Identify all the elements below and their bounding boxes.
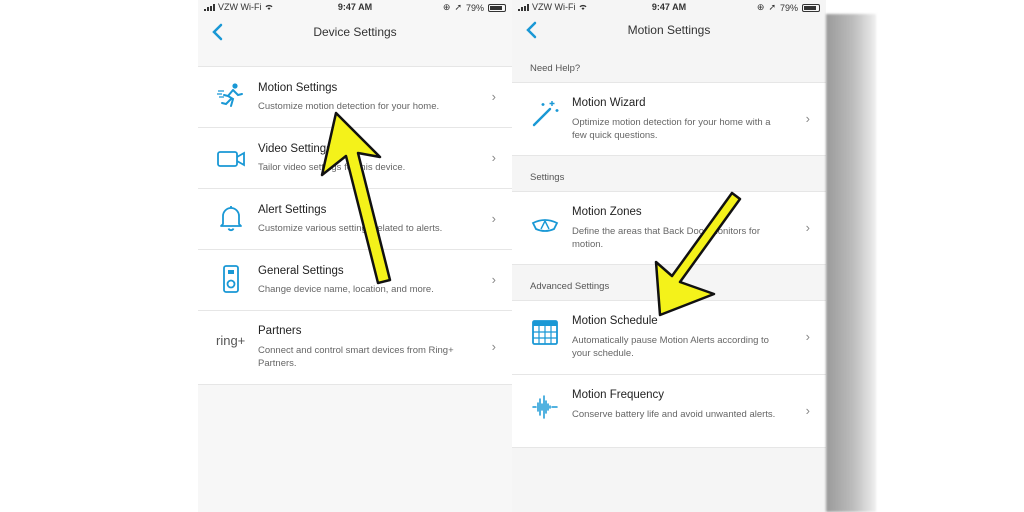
- settings-list: Motion Settings Customize motion detecti…: [198, 66, 512, 385]
- running-person-icon: [217, 83, 243, 107]
- doorbell-device-icon: [223, 265, 239, 293]
- settings-item-general[interactable]: General Settings Change device name, loc…: [198, 250, 512, 311]
- chevron-right-icon: ›: [805, 220, 810, 235]
- settings-list: Motion Zones Define the areas that Back …: [512, 191, 826, 265]
- magic-wand-icon: [532, 101, 559, 127]
- chevron-right-icon: ›: [491, 211, 496, 226]
- advanced-settings-list: Motion Schedule Automatically pause Moti…: [512, 300, 826, 448]
- help-list: Motion Wizard Optimize motion detection …: [512, 82, 826, 156]
- calendar-grid-icon: [532, 320, 558, 345]
- chevron-right-icon: ›: [491, 89, 496, 104]
- settings-item-motion-wizard[interactable]: Motion Wizard Optimize motion detection …: [512, 83, 826, 156]
- section-header-advanced-settings: Advanced Settings: [530, 281, 610, 292]
- video-camera-icon: [217, 151, 245, 167]
- ring-plus-logo: ring+: [216, 333, 246, 348]
- item-title: Motion Zones: [572, 206, 642, 218]
- item-subtitle: Conserve battery life and avoid unwanted…: [572, 409, 776, 420]
- item-subtitle: Define the areas that Back Door monitors…: [572, 226, 760, 250]
- page-title: Motion Settings: [627, 23, 711, 37]
- settings-item-motion-zones[interactable]: Motion Zones Define the areas that Back …: [512, 192, 826, 265]
- status-bar: VZW Wi-Fi 9:47 AM ⊕ ➚ 79%: [198, 0, 512, 14]
- item-subtitle: Tailor video settings for this device.: [258, 162, 406, 173]
- motion-settings-screen: VZW Wi-Fi 9:47 AM ⊕ ➚ 79% Motion Setting…: [512, 0, 826, 512]
- item-title: Motion Frequency: [572, 389, 665, 401]
- section-header-need-help: Need Help?: [530, 63, 581, 74]
- item-title: Video Settings: [258, 143, 332, 155]
- item-title: Motion Wizard: [572, 97, 646, 109]
- device-settings-screen: VZW Wi-Fi 9:47 AM ⊕ ➚ 79% Device Setting…: [198, 0, 512, 512]
- sound-wave-icon: [532, 395, 558, 419]
- chevron-right-icon: ›: [491, 272, 496, 287]
- nav-bar: Device Settings: [198, 14, 512, 50]
- drop-shadow: [826, 14, 876, 512]
- chevron-right-icon: ›: [491, 339, 496, 354]
- chevron-right-icon: ›: [491, 150, 496, 165]
- item-title: General Settings: [258, 265, 344, 277]
- battery-icon: [488, 3, 506, 12]
- page-title: Device Settings: [313, 25, 397, 39]
- section-header-settings: Settings: [530, 172, 565, 183]
- location-icon: ➚: [454, 2, 462, 12]
- item-subtitle: Optimize motion detection for your home …: [572, 117, 771, 141]
- settings-item-motion-frequency[interactable]: Motion Frequency Conserve battery life a…: [512, 375, 826, 448]
- motion-zone-icon: [531, 219, 559, 232]
- item-title: Partners: [258, 325, 302, 337]
- item-title: Alert Settings: [258, 204, 327, 216]
- settings-item-video[interactable]: Video Settings Tailor video settings for…: [198, 128, 512, 189]
- battery-percent: 79%: [779, 2, 798, 13]
- battery-percent: 79%: [465, 2, 484, 13]
- item-subtitle: Automatically pause Motion Alerts accord…: [572, 335, 769, 359]
- bell-icon: [220, 206, 242, 232]
- item-subtitle: Customize motion detection for your home…: [258, 101, 440, 112]
- item-title: Motion Settings: [258, 82, 338, 94]
- lock-rotation-icon: ⊕: [442, 2, 451, 12]
- settings-item-motion-schedule[interactable]: Motion Schedule Automatically pause Moti…: [512, 301, 826, 375]
- chevron-right-icon: ›: [805, 403, 810, 418]
- item-subtitle: Customize various settings related to al…: [258, 223, 443, 234]
- nav-bar: Motion Settings: [512, 12, 826, 48]
- item-subtitle: Change device name, location, and more.: [258, 284, 434, 295]
- battery-icon: [802, 3, 820, 12]
- item-subtitle: Connect and control smart devices from R…: [258, 345, 454, 369]
- chevron-right-icon: ›: [805, 329, 810, 344]
- item-title: Motion Schedule: [572, 315, 658, 327]
- settings-item-partners[interactable]: ring+ Partners Connect and control smart…: [198, 311, 512, 385]
- settings-item-motion[interactable]: Motion Settings Customize motion detecti…: [198, 67, 512, 128]
- chevron-right-icon: ›: [805, 111, 810, 126]
- settings-item-alerts[interactable]: Alert Settings Customize various setting…: [198, 189, 512, 250]
